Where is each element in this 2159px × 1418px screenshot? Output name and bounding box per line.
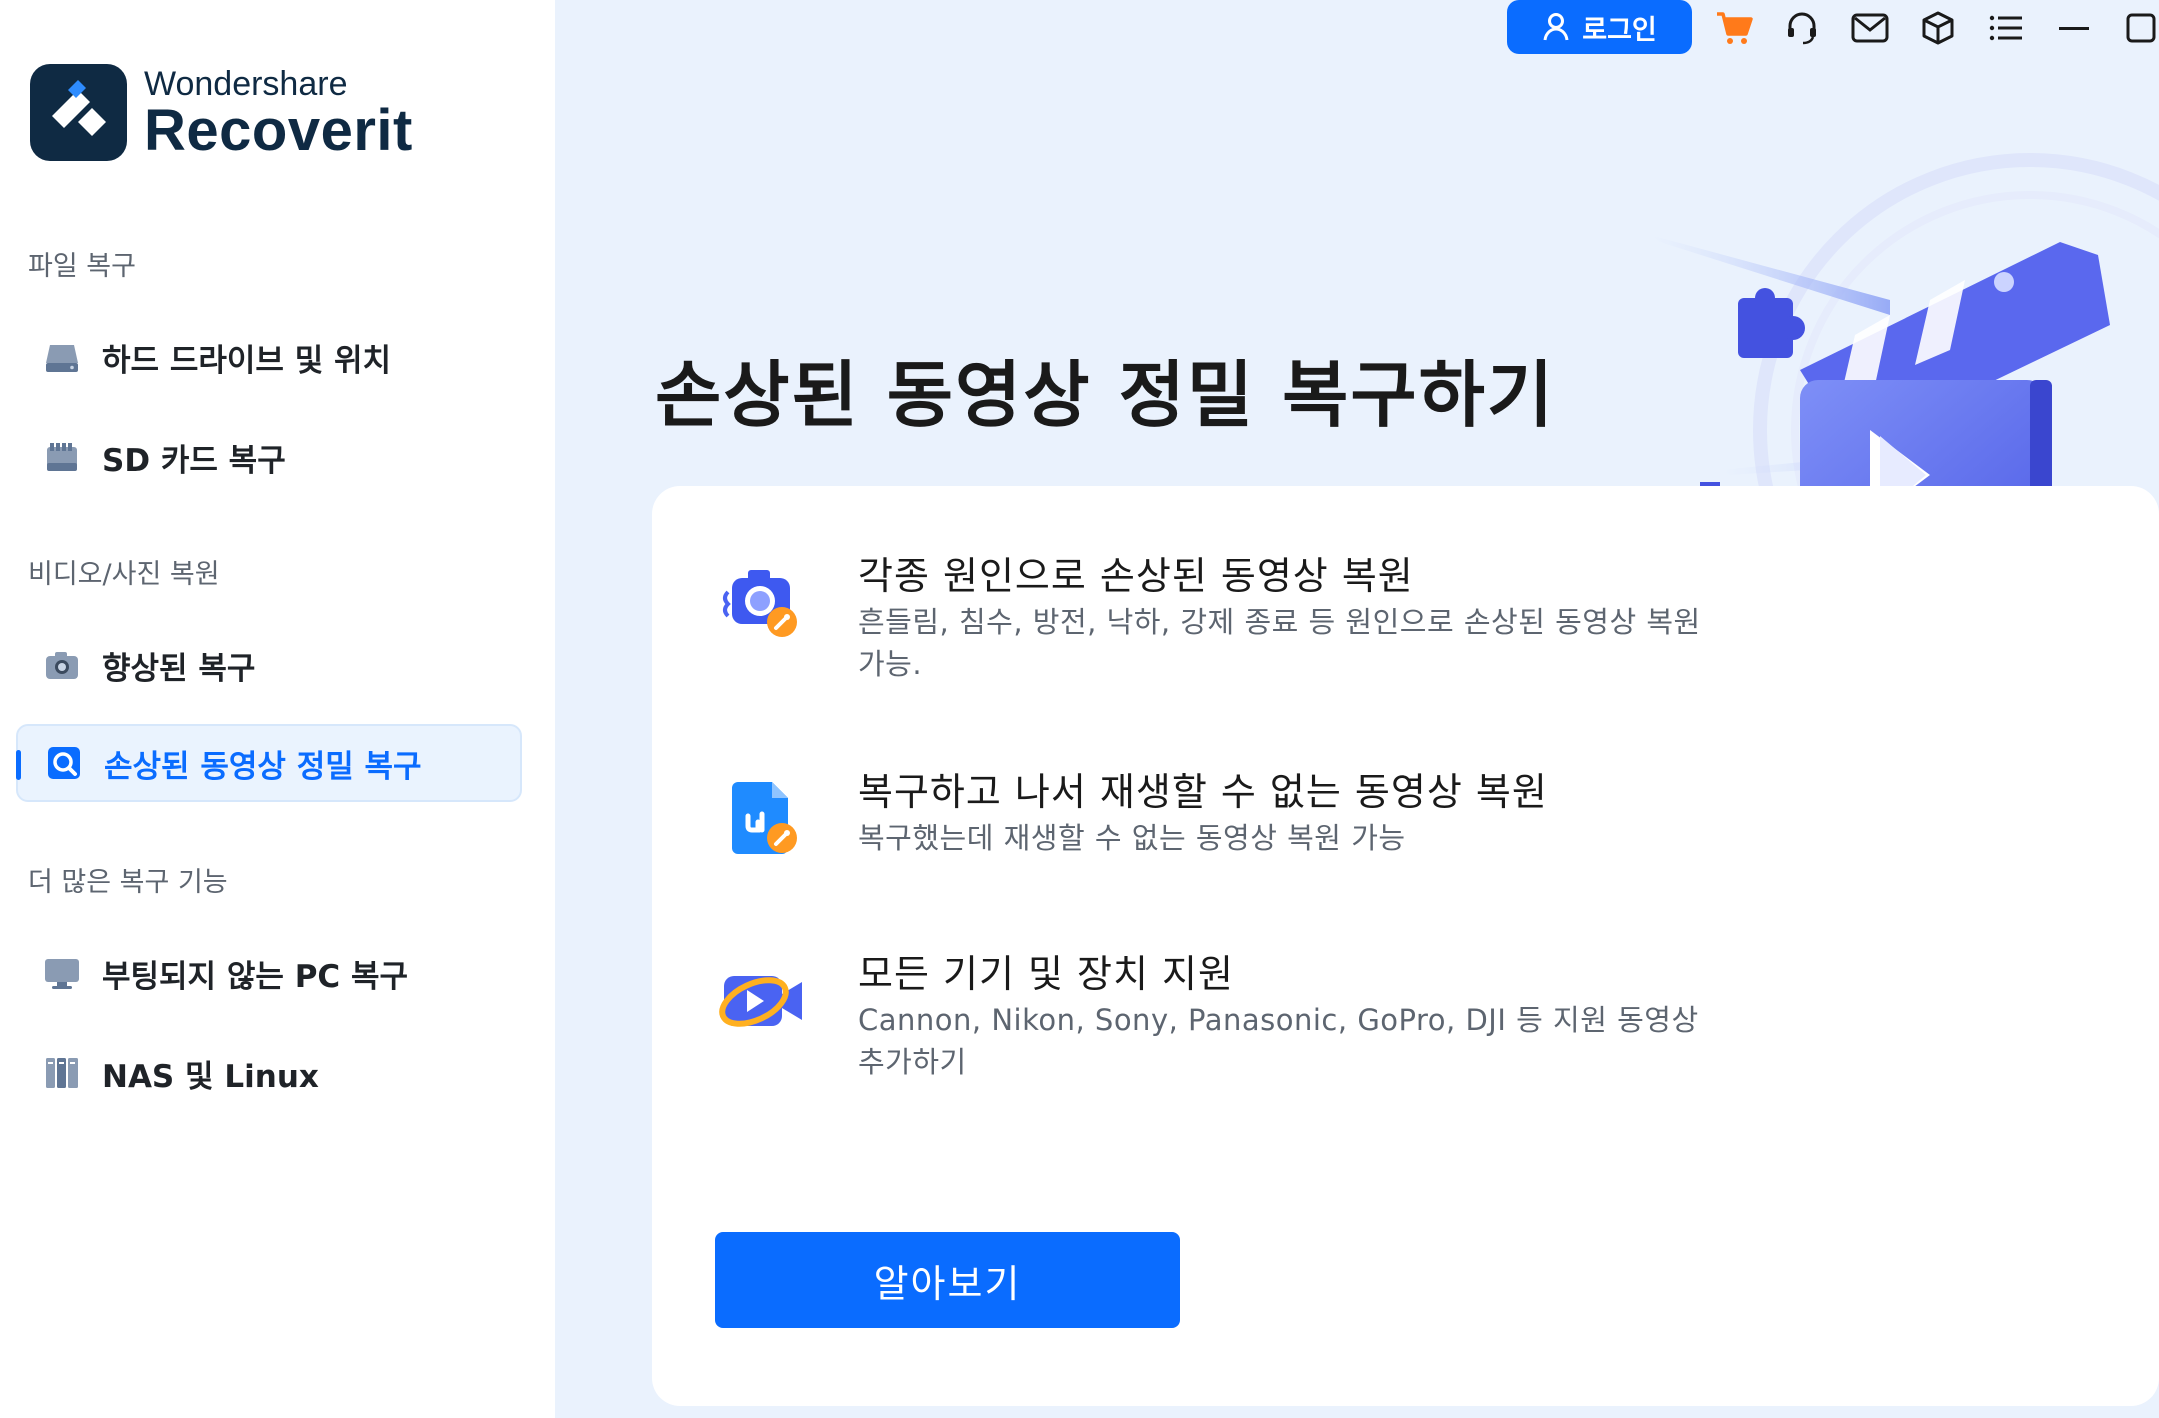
section-video-photo: 비디오/사진 복원 (28, 559, 220, 590)
sidebar-item-label: 부팅되지 않는 PC 복구 (102, 958, 409, 995)
camera-repair-icon (714, 552, 814, 652)
feature-title: 모든 기기 및 장치 지원 (858, 952, 1234, 996)
box-icon[interactable] (1918, 8, 1958, 48)
sidebar-item-label: 손상된 동영상 정밀 복구 (104, 748, 422, 785)
user-icon (1543, 13, 1569, 41)
learn-more-button[interactable]: 알아보기 (715, 1232, 1180, 1328)
section-file-recovery: 파일 복구 (28, 251, 136, 282)
sidebar-item-label: SD 카드 복구 (102, 442, 286, 479)
nas-icon (40, 1051, 84, 1095)
feature-item: 각종 원인으로 손상된 동영상 복원 흔들림, 침수, 방전, 낙하, 강제 종… (714, 552, 1701, 684)
sidebar-item-nas-linux[interactable]: NAS 및 Linux (16, 1034, 522, 1112)
hard-drive-icon (40, 335, 84, 379)
monitor-icon (40, 951, 84, 995)
login-label: 로그인 (1582, 14, 1657, 46)
video-camera-icon (714, 950, 814, 1050)
feature-desc: 흔들림, 침수, 방전, 낙하, 강제 종료 등 원인으로 손상된 동영상 복원 (858, 605, 1701, 639)
feature-desc: Cannon, Nikon, Sony, Panasonic, GoPro, D… (858, 1003, 1699, 1037)
sidebar-item-hard-drive[interactable]: 하드 드라이브 및 위치 (16, 318, 522, 396)
cart-icon[interactable] (1714, 8, 1754, 48)
feature-item: 복구하고 나서 재생할 수 없는 동영상 복원 복구했는데 재생할 수 없는 동… (714, 768, 1548, 868)
section-more-features: 더 많은 복구 기능 (28, 867, 228, 898)
sidebar-item-label: 하드 드라이브 및 위치 (102, 342, 392, 379)
recoverit-logo-icon (30, 64, 127, 161)
feature-desc: 추가하기 (858, 1045, 967, 1079)
active-indicator (16, 750, 21, 780)
sidebar-item-label: NAS 및 Linux (102, 1058, 319, 1095)
sidebar-item-enhanced-recovery[interactable]: 향상된 복구 (16, 626, 522, 704)
sidebar-item-video-repair[interactable]: 손상된 동영상 정밀 복구 (16, 724, 522, 802)
video-repair-icon (42, 741, 86, 785)
maximize-icon[interactable] (2118, 8, 2158, 48)
brand-name: Wondershare (144, 64, 348, 103)
feature-desc: 복구했는데 재생할 수 없는 동영상 복원 가능 (858, 821, 1406, 855)
feature-title: 각종 원인으로 손상된 동영상 복원 (858, 554, 1414, 598)
camera-icon (40, 643, 84, 687)
feature-title: 복구하고 나서 재생할 수 없는 동영상 복원 (858, 770, 1548, 814)
feature-card: 각종 원인으로 손상된 동영상 복원 흔들림, 침수, 방전, 낙하, 강제 종… (652, 486, 2159, 1406)
menu-icon[interactable] (1986, 8, 2026, 48)
sidebar-item-unbootable-pc[interactable]: 부팅되지 않는 PC 복구 (16, 934, 522, 1012)
file-repair-icon (714, 768, 814, 868)
mail-icon[interactable] (1850, 8, 1890, 48)
product-name: Recoverit (144, 97, 413, 163)
headset-icon[interactable] (1782, 8, 1822, 48)
page-title: 손상된 동영상 정밀 복구하기 (655, 353, 1556, 437)
app-logo: Wondershare Recoverit (30, 64, 413, 161)
minimize-icon[interactable] (2054, 8, 2094, 48)
feature-item: 모든 기기 및 장치 지원 Cannon, Nikon, Sony, Panas… (714, 950, 1699, 1082)
sd-card-icon (40, 435, 84, 479)
sidebar-item-label: 향상된 복구 (102, 650, 256, 687)
sidebar: Wondershare Recoverit 파일 복구 하드 드라이브 및 위치 (0, 0, 555, 1418)
feature-desc: 가능. (858, 647, 923, 681)
login-button[interactable]: 로그인 (1507, 0, 1692, 54)
sidebar-item-sd-card[interactable]: SD 카드 복구 (16, 418, 522, 496)
